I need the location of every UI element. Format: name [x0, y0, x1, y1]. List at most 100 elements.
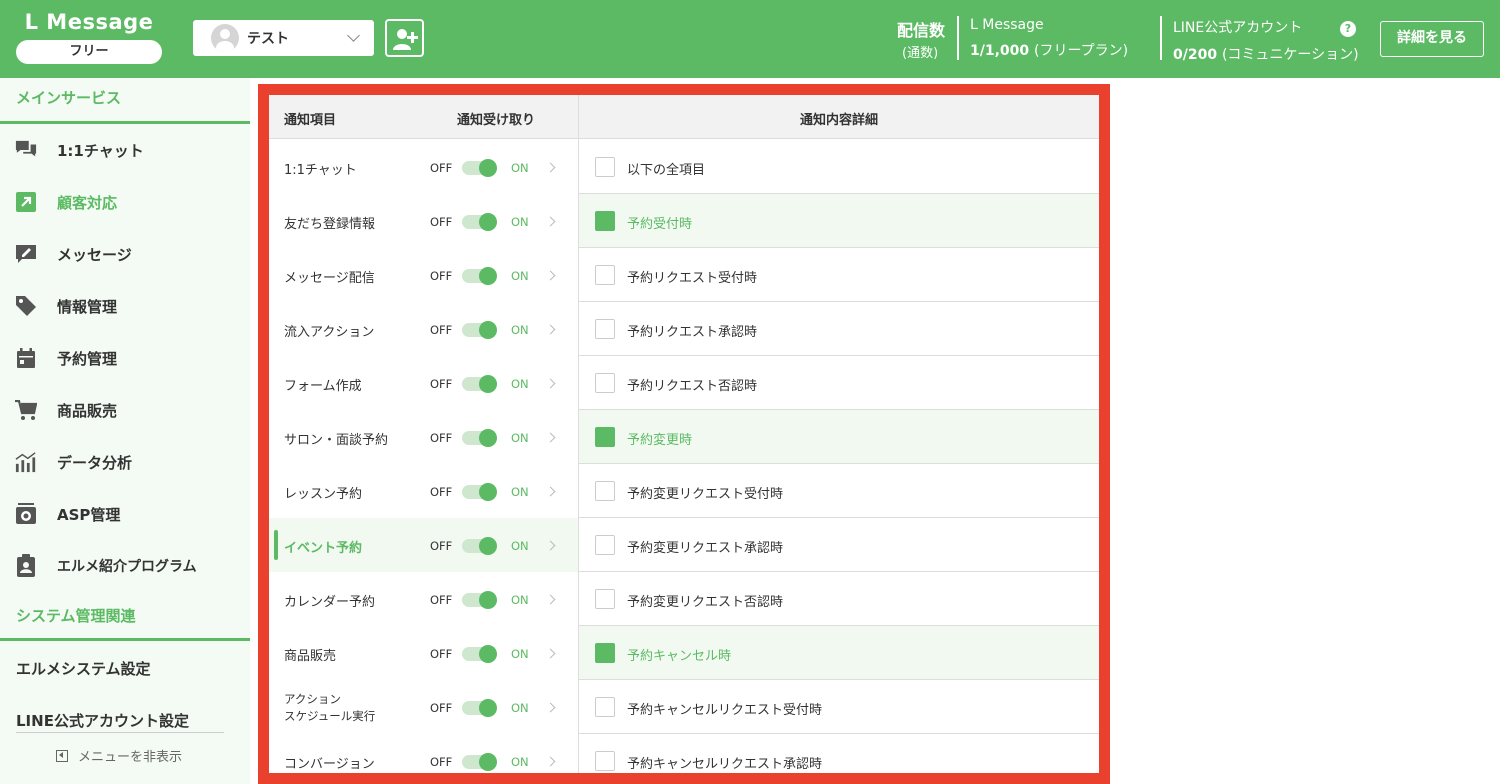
notification-detail-row[interactable]: 以下の全項目: [579, 140, 1099, 194]
add-account-button[interactable]: [385, 19, 424, 57]
toggle-off-label: OFF: [430, 269, 453, 283]
chart-icon: [15, 451, 37, 473]
notification-item-row[interactable]: 1:1チャット OFF ON: [269, 140, 578, 194]
toggle-on-label: ON: [511, 161, 529, 175]
detail-checkbox[interactable]: [595, 643, 615, 663]
column-header-detail: 通知内容詳細: [799, 113, 878, 128]
notification-item-label: レッスン予約: [284, 487, 363, 502]
sidebar-item-info-management[interactable]: 情報管理: [0, 280, 250, 332]
notification-detail-row[interactable]: 予約変更リクエスト承認時: [579, 518, 1099, 572]
account-select[interactable]: テスト: [193, 20, 374, 56]
toggle-off-label: OFF: [430, 593, 453, 607]
sidebar-item-referral[interactable]: エルメ紹介プログラム: [0, 540, 250, 592]
chevron-right-icon: [545, 540, 556, 551]
sidebar-item-sales[interactable]: 商品販売: [0, 384, 250, 436]
sidebar-item-analytics[interactable]: データ分析: [0, 436, 250, 488]
clipboard-badge-icon: [15, 554, 37, 577]
detail-checkbox[interactable]: [595, 373, 615, 393]
notification-item-row[interactable]: フォーム作成 OFF ON: [269, 356, 578, 410]
lmessage-usage: L Message 1/1,000 (フリープラン): [970, 17, 1128, 60]
toggle-off-label: OFF: [430, 755, 453, 769]
detail-checkbox[interactable]: [595, 751, 615, 771]
notification-item-row[interactable]: イベント予約 OFF ON: [269, 518, 578, 572]
asp-icon: [15, 503, 37, 525]
collapse-icon: [56, 749, 68, 762]
notification-detail-row[interactable]: 予約リクエスト受付時: [579, 248, 1099, 302]
detail-checkbox[interactable]: [595, 427, 615, 447]
sidebar-item-message[interactable]: メッセージ: [0, 228, 250, 280]
notification-item-row[interactable]: 友だち登録情報 OFF ON: [269, 194, 578, 248]
notification-item-row[interactable]: カレンダー予約 OFF ON: [269, 572, 578, 626]
sidebar-item-label: 予約管理: [57, 349, 118, 368]
sidebar-item-asp[interactable]: ASP管理: [0, 488, 250, 540]
notification-detail-row[interactable]: 予約変更リクエスト受付時: [579, 464, 1099, 518]
toggle-on-label: ON: [511, 323, 529, 337]
toggle-knob: [479, 375, 497, 393]
notification-item-row[interactable]: サロン・面談予約 OFF ON: [269, 410, 578, 464]
chevron-right-icon: [545, 270, 556, 281]
sidebar-item-label: 1:1チャット: [57, 141, 144, 160]
sidebar-item-line-settings[interactable]: LINE公式アカウント設定: [16, 710, 224, 733]
toggle-off-label: OFF: [430, 323, 453, 337]
toggle-on-label: ON: [511, 377, 529, 391]
notification-detail-row[interactable]: 予約変更時: [579, 410, 1099, 464]
lmessage-usage-title: L Message: [970, 17, 1044, 33]
cart-icon: [15, 399, 37, 421]
view-details-button[interactable]: 詳細を見る: [1380, 21, 1484, 57]
notification-detail-row[interactable]: 予約受付時: [579, 194, 1099, 248]
selected-indicator: [274, 530, 278, 560]
toggle-off-label: OFF: [430, 539, 453, 553]
sidebar-item-system-settings[interactable]: エルメシステム設定: [16, 658, 151, 679]
toggle-knob: [479, 591, 497, 609]
notification-item-row[interactable]: レッスン予約 OFF ON: [269, 464, 578, 518]
notification-item-row[interactable]: コンバージョン OFF ON: [269, 734, 578, 773]
notification-detail-row[interactable]: 予約リクエスト承認時: [579, 302, 1099, 356]
notification-item-row[interactable]: アクション スケジュール実行 OFF ON: [269, 680, 578, 734]
detail-checkbox[interactable]: [595, 535, 615, 555]
toggle-on-label: ON: [511, 647, 529, 661]
help-icon[interactable]: ?: [1340, 21, 1356, 37]
delivery-count-label: 配信数: [897, 21, 946, 40]
column-header-item: 通知項目: [284, 113, 337, 128]
toggle-knob: [479, 213, 497, 231]
detail-checkbox[interactable]: [595, 481, 615, 501]
notification-detail-row[interactable]: 予約リクエスト否認時: [579, 356, 1099, 410]
chevron-right-icon: [545, 594, 556, 605]
notification-item-label: 商品販売: [284, 649, 337, 664]
arrow-up-right-icon: [15, 191, 37, 213]
avatar-icon: [211, 24, 239, 52]
detail-label: 予約受付時: [627, 217, 693, 232]
detail-checkbox[interactable]: [595, 697, 615, 717]
notification-item-label: フォーム作成: [284, 379, 362, 394]
detail-label: 以下の全項目: [627, 163, 706, 178]
notification-settings-panel: 通知項目 通知受け取り 通知内容詳細 1:1チャット OFF ON 友だち登録情報 OF…: [258, 84, 1110, 784]
detail-checkbox[interactable]: [595, 319, 615, 339]
sidebar-item-chat[interactable]: 1:1チャット: [0, 124, 250, 176]
sidebar-item-reservation[interactable]: 予約管理: [0, 332, 250, 384]
sidebar: メインサービス 1:1チャット 顧客対応 メッセージ 情報管理 予約管理 商品販…: [0, 78, 250, 784]
notification-detail-row[interactable]: 予約キャンセルリクエスト受付時: [579, 680, 1099, 734]
hide-menu-toggle[interactable]: メニューを非表示: [56, 746, 182, 765]
sidebar-item-customer-support[interactable]: 顧客対応: [0, 176, 250, 228]
notification-item-row[interactable]: 流入アクション OFF ON: [269, 302, 578, 356]
notification-item-row[interactable]: メッセージ配信 OFF ON: [269, 248, 578, 302]
toggle-off-label: OFF: [430, 215, 453, 229]
notification-detail-row[interactable]: 予約キャンセルリクエスト承認時: [579, 734, 1099, 773]
notification-detail-row[interactable]: 予約変更リクエスト否認時: [579, 572, 1099, 626]
detail-checkbox[interactable]: [595, 211, 615, 231]
detail-checkbox[interactable]: [595, 157, 615, 177]
notification-item-label: サロン・面談予約: [284, 433, 389, 448]
toggle-off-label: OFF: [430, 431, 453, 445]
notification-item-label: 友だち登録情報: [284, 217, 376, 232]
notification-detail-row[interactable]: 予約キャンセル時: [579, 626, 1099, 680]
notification-item-label: カレンダー予約: [284, 595, 376, 610]
toggle-knob: [479, 753, 497, 771]
notification-item-row[interactable]: 商品販売 OFF ON: [269, 626, 578, 680]
tag-icon: [15, 295, 37, 317]
detail-checkbox[interactable]: [595, 265, 615, 285]
detail-checkbox[interactable]: [595, 589, 615, 609]
divider: [957, 16, 959, 60]
lmessage-usage-value: 1/1,000 (フリープラン): [970, 43, 1129, 59]
sidebar-item-label: 顧客対応: [57, 193, 118, 212]
sidebar-item-label: ASP管理: [57, 505, 121, 524]
